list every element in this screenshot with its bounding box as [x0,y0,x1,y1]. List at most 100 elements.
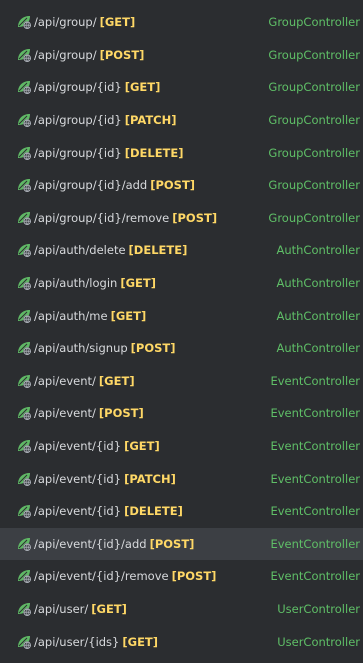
endpoint-icon [16,405,32,421]
endpoint-icon [16,177,32,193]
endpoint-method: [POST] [98,406,144,421]
endpoint-row[interactable]: /api/group/[GET] GroupController [0,6,363,39]
endpoint-icon-graphic [18,81,32,95]
endpoint-method: [DELETE] [128,243,188,258]
endpoint-controller: UserController [277,601,360,616]
endpoint-row[interactable]: /api/event/{id}/remove [POST] EventControl… [0,560,363,593]
endpoint-controller: UserController [277,634,360,649]
endpoint-row[interactable]: /api/group/[POST] GroupController [0,39,363,72]
endpoint-row[interactable]: /api/event/[GET] EventController [0,365,363,398]
endpoint-controller: GroupController [268,178,360,193]
endpoint-method: [GET] [110,308,147,323]
endpoint-row[interactable]: /api/auth/me [GET] AuthController [0,299,363,332]
endpoint-icon-graphic [18,537,32,551]
endpoint-path: /api/event/{id} [34,504,122,519]
endpoint-icon-graphic [18,472,32,486]
endpoint-row[interactable]: /api/group/{id} [GET] GroupController [0,71,363,104]
endpoint-method: [POST] [172,210,218,225]
endpoint-path: /api/group/{id} [34,80,122,95]
endpoint-controller: AuthController [276,308,360,323]
endpoint-method: [POST] [99,47,145,62]
endpoint-icon [16,275,32,291]
endpoint-method: [DELETE] [124,504,183,519]
endpoint-path: /api/event/{id}/remove [34,569,169,584]
endpoint-icon [16,536,32,552]
endpoint-row[interactable]: /api/group/{id} [PATCH] GroupController [0,104,363,137]
endpoint-icon [16,79,32,95]
endpoint-row[interactable]: /api/auth/delete [DELETE] AuthController [0,234,363,267]
endpoint-controller: GroupController [268,80,360,95]
endpoint-icon [16,112,32,128]
endpoint-icon-graphic [18,211,32,226]
endpoint-row[interactable]: /api/event/[POST] EventController [0,397,363,430]
endpoint-icon-graphic [18,635,32,649]
endpoint-list: /api/group/ [GET] GroupController/api/grou… [0,6,363,658]
endpoint-icon-graphic [18,277,32,291]
endpoint-path: /api/auth/delete [34,243,126,258]
endpoint-row[interactable]: /api/group/{id} [DELETE] GroupController [0,136,363,169]
endpoint-icon [16,503,32,519]
endpoint-controller: EventController [270,439,360,454]
endpoint-controller: AuthController [276,276,360,291]
endpoint-icon [16,210,32,226]
endpoint-icon-graphic [18,146,32,160]
endpoints-panel: /api/group/ [GET] GroupController/api/grou… [0,0,363,663]
endpoint-path: /api/auth/me [34,308,108,323]
endpoint-icon-graphic [18,309,32,323]
endpoint-controller: EventController [270,536,360,551]
endpoint-row[interactable]: /api/auth/login [GET] AuthController [0,267,363,300]
endpoint-path: /api/auth/signup [34,341,128,356]
endpoint-controller: EventController [270,569,360,584]
endpoint-row[interactable]: /api/event/{id}/add [POST] EventController [0,527,363,561]
endpoint-controller: EventController [270,406,360,421]
endpoint-icon-graphic [18,407,32,421]
endpoint-method: [GET] [122,634,159,649]
endpoint-icon-graphic [18,16,32,30]
endpoint-row[interactable]: /api/user/{ids} [GET] UserController [0,625,363,658]
endpoint-icon [16,145,32,161]
endpoint-icon-graphic [18,342,32,356]
endpoint-icon [16,373,32,389]
endpoint-method: [GET] [124,439,160,454]
endpoint-controller: AuthController [276,243,360,258]
endpoint-icon-graphic [18,570,32,584]
endpoint-method: [POST] [150,178,196,193]
endpoint-icon-graphic [18,440,32,454]
endpoint-icon [16,601,32,617]
endpoint-path: /api/auth/login [34,276,118,291]
endpoint-path: /api/event/{id} [34,439,122,454]
endpoint-path: /api/user/ [34,601,89,616]
endpoint-controller: GroupController [268,47,360,62]
endpoint-path: /api/group/ [34,47,97,62]
endpoint-path: /api/group/{id} [34,113,122,128]
endpoint-row[interactable]: /api/event/{id} [GET] EventController [0,430,363,463]
endpoint-row[interactable]: /api/event/{id} [PATCH] EventController [0,462,363,495]
endpoint-path: /api/group/{id}/remove [34,210,170,225]
endpoint-icon-graphic [18,244,32,258]
endpoint-method: [GET] [124,80,161,95]
endpoint-controller: AuthController [276,341,360,356]
endpoint-method: [POST] [130,341,176,356]
endpoint-path: /api/event/{id} [34,471,122,486]
endpoint-method: [GET] [99,15,136,30]
endpoint-path: /api/event/{id}/add [34,536,147,551]
endpoint-path: /api/event/ [34,373,96,388]
endpoint-path: /api/group/{id} [34,145,122,160]
endpoint-icon [16,568,32,584]
endpoint-controller: GroupController [268,15,360,30]
endpoint-controller: EventController [270,373,360,388]
endpoint-row[interactable]: /api/auth/signup [POST] AuthController [0,332,363,365]
endpoint-icon-graphic [18,179,32,193]
endpoint-row[interactable]: /api/event/{id} [DELETE] EventController [0,495,363,528]
endpoint-row[interactable]: /api/user/[GET] UserController [0,593,363,626]
endpoint-row[interactable]: /api/group/{id}/remove [POST] GroupControl… [0,202,363,235]
endpoint-method: [PATCH] [124,113,177,128]
endpoint-controller: EventController [270,504,360,519]
endpoint-method: [DELETE] [124,145,184,160]
endpoint-icon-graphic [18,602,32,617]
endpoint-row[interactable]: /api/group/{id}/add [POST] GroupController [0,169,363,202]
endpoint-method: [POST] [149,536,195,551]
endpoint-icon [16,471,32,487]
endpoint-controller: GroupController [268,145,360,160]
endpoint-path: /api/event/ [34,406,96,421]
